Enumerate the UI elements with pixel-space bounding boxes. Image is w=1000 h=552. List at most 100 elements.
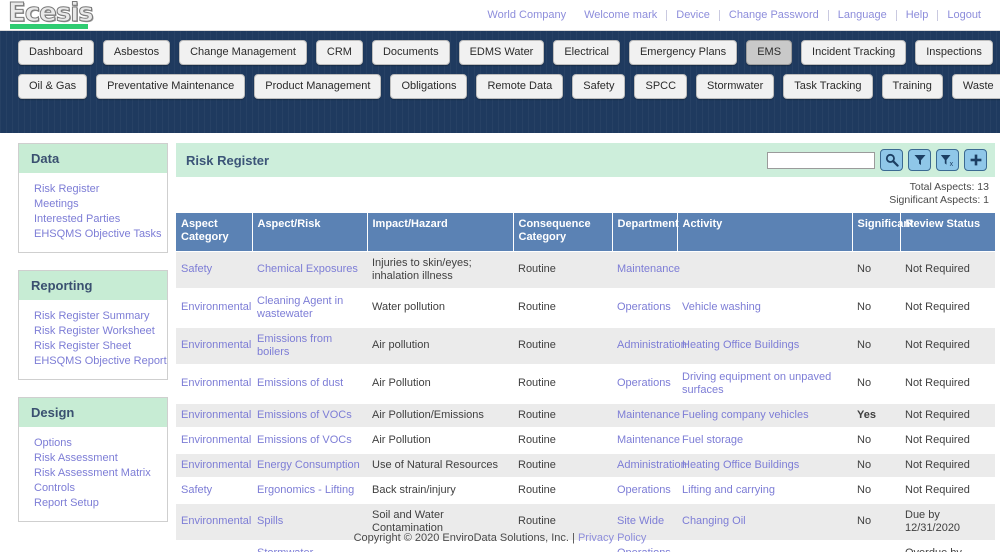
cell-activity[interactable]: Fuel storage bbox=[677, 427, 852, 454]
column-header-activity[interactable]: Activity bbox=[677, 213, 853, 252]
nav-tab-inspections[interactable]: Inspections bbox=[915, 40, 993, 65]
sidebar-item-risk-register[interactable]: Risk Register bbox=[34, 182, 157, 197]
header-link-world-company[interactable]: World Company bbox=[478, 9, 575, 21]
search-input[interactable] bbox=[767, 151, 875, 169]
table-row[interactable]: Environmental Emissions from boilers Air p… bbox=[176, 326, 995, 366]
cell-department-link[interactable]: Maintenance bbox=[617, 434, 680, 446]
cell-activity[interactable] bbox=[677, 251, 852, 290]
cell-aspect-category-link[interactable]: Environmental bbox=[181, 515, 251, 527]
cell-activity-link[interactable]: Changing Oil bbox=[682, 515, 746, 527]
nav-tab-task-tracking[interactable]: Task Tracking bbox=[783, 74, 873, 99]
cell-department[interactable]: Operations bbox=[612, 477, 677, 504]
cell-department-link[interactable]: Operations bbox=[617, 301, 671, 313]
cell-department-link[interactable]: Maintenance bbox=[617, 409, 680, 421]
nav-tab-crm[interactable]: CRM bbox=[315, 40, 363, 65]
nav-tab-remote-data[interactable]: Remote Data bbox=[476, 74, 564, 99]
cell-aspect-category[interactable]: Safety bbox=[176, 477, 252, 504]
nav-tab-preventative-maintenance[interactable]: Preventative Maintenance bbox=[96, 74, 246, 99]
cell-department-link[interactable]: Operations bbox=[617, 547, 671, 552]
table-row[interactable]: Environmental Emissions of VOCs Air Pollut… bbox=[176, 402, 995, 429]
cell-aspect-category[interactable]: Environmental bbox=[176, 326, 252, 366]
sidebar-item-risk-assessment[interactable]: Risk Assessment bbox=[34, 451, 157, 466]
nav-tab-obligations[interactable]: Obligations bbox=[390, 74, 468, 99]
column-header-aspect-category[interactable]: Aspect Category bbox=[176, 213, 253, 252]
nav-tab-product-management[interactable]: Product Management bbox=[254, 74, 382, 99]
table-row[interactable]: Environmental Emissions of VOCs Air Pollut… bbox=[176, 427, 995, 454]
column-header-review-status[interactable]: Review Status bbox=[900, 213, 995, 252]
sidebar-item-risk-register-summary[interactable]: Risk Register Summary bbox=[34, 309, 157, 324]
cell-aspect-risk-link[interactable]: Energy Consumption bbox=[257, 459, 360, 471]
cell-aspect-risk-link[interactable]: Spills bbox=[257, 515, 283, 527]
cell-aspect-risk[interactable]: Cleaning Agent in wastewater bbox=[252, 288, 367, 328]
cell-activity-link[interactable]: Vehicle washing bbox=[682, 301, 761, 313]
cell-department-link[interactable]: Administration bbox=[617, 339, 687, 351]
nav-tab-ems[interactable]: EMS bbox=[746, 40, 793, 65]
cell-department-link[interactable]: Operations bbox=[617, 484, 671, 496]
cell-activity-link[interactable]: Heating Office Buildings bbox=[682, 459, 799, 471]
sidebar-item-ehsqms-objective-report[interactable]: EHSQMS Objective Report bbox=[34, 354, 167, 369]
cell-activity[interactable]: Heating Office Buildings bbox=[677, 326, 852, 366]
cell-aspect-category-link[interactable]: Environmental bbox=[181, 377, 251, 389]
cell-aspect-risk[interactable]: Chemical Exposures bbox=[252, 251, 367, 290]
cell-department[interactable]: Maintenance bbox=[612, 251, 680, 290]
nav-tab-dashboard[interactable]: Dashboard bbox=[18, 40, 94, 65]
cell-activity[interactable]: Heating Office Buildings bbox=[677, 452, 852, 479]
cell-aspect-risk-link[interactable]: Emissions of dust bbox=[257, 377, 343, 389]
nav-tab-emergency-plans[interactable]: Emergency Plans bbox=[628, 40, 738, 65]
sidebar-item-risk-register-worksheet[interactable]: Risk Register Worksheet bbox=[34, 324, 157, 339]
cell-aspect-category[interactable]: Safety bbox=[176, 251, 252, 290]
column-header-consequence-category[interactable]: Consequence Category bbox=[513, 213, 613, 252]
table-row[interactable]: Environmental Energy Consumption Use of Na… bbox=[176, 452, 995, 479]
cell-department[interactable]: Operations bbox=[612, 364, 677, 404]
nav-tab-asbestos[interactable]: Asbestos bbox=[102, 40, 171, 65]
nav-tab-spcc[interactable]: SPCC bbox=[634, 74, 688, 99]
privacy-policy-link[interactable]: Privacy Policy bbox=[578, 532, 646, 544]
nav-tab-incident-tracking[interactable]: Incident Tracking bbox=[801, 40, 907, 65]
cell-department[interactable]: Administration bbox=[612, 326, 687, 366]
cell-aspect-category[interactable]: Environmental bbox=[176, 288, 252, 328]
cell-aspect-category[interactable]: Environmental bbox=[176, 364, 252, 404]
cell-aspect-category-link[interactable]: Environmental bbox=[181, 339, 251, 351]
column-header-impact-hazard[interactable]: Impact/Hazard bbox=[367, 213, 514, 252]
nav-tab-stormwater[interactable]: Stormwater bbox=[696, 74, 775, 99]
table-row[interactable]: Safety Ergonomics - Lifting Back strain/in… bbox=[176, 477, 995, 504]
header-link-change-password[interactable]: Change Password bbox=[720, 9, 828, 21]
cell-aspect-risk-link[interactable]: Stormwater discharges bbox=[257, 547, 313, 552]
table-row[interactable]: Environmental Emissions of dust Air Pollut… bbox=[176, 364, 995, 404]
cell-activity[interactable]: Vehicle washing bbox=[677, 288, 852, 328]
cell-aspect-category-link[interactable]: Environmental bbox=[181, 459, 251, 471]
nav-tab-waste[interactable]: Waste bbox=[951, 74, 1000, 99]
cell-aspect-risk-link[interactable]: Emissions from boilers bbox=[257, 333, 332, 358]
cell-department-link[interactable]: Maintenance bbox=[617, 263, 680, 275]
nav-tab-electrical[interactable]: Electrical bbox=[553, 40, 620, 65]
cell-activity[interactable]: Lifting and carrying bbox=[677, 477, 852, 504]
cell-aspect-risk-link[interactable]: Emissions of VOCs bbox=[257, 434, 352, 446]
cell-aspect-risk[interactable]: Emissions of dust bbox=[252, 364, 367, 404]
cell-activity-link[interactable]: Lifting and carrying bbox=[682, 484, 775, 496]
sidebar-item-controls[interactable]: Controls bbox=[34, 481, 157, 496]
header-link-help[interactable]: Help bbox=[897, 9, 938, 21]
cell-aspect-category-link[interactable]: Environmental bbox=[181, 409, 251, 421]
cell-activity[interactable]: Driving equipment on unpaved surfaces bbox=[677, 364, 852, 404]
cell-department[interactable]: Maintenance bbox=[612, 402, 680, 429]
nav-tab-edms-water[interactable]: EDMS Water bbox=[458, 40, 545, 65]
cell-department-link[interactable]: Site Wide bbox=[617, 515, 664, 527]
cell-aspect-risk-link[interactable]: Ergonomics - Lifting bbox=[257, 484, 354, 496]
table-row[interactable]: Safety Chemical Exposures Injuries to skin… bbox=[176, 251, 995, 290]
cell-aspect-risk[interactable]: Energy Consumption bbox=[252, 452, 367, 479]
cell-aspect-risk-link[interactable]: Emissions of VOCs bbox=[257, 409, 352, 421]
sidebar-item-meetings[interactable]: Meetings bbox=[34, 197, 157, 212]
clear-filter-icon[interactable]: x bbox=[936, 149, 959, 171]
nav-tab-oil-gas[interactable]: Oil & Gas bbox=[18, 74, 88, 99]
cell-aspect-risk-link[interactable]: Chemical Exposures bbox=[257, 263, 358, 275]
cell-activity-link[interactable]: Heating Office Buildings bbox=[682, 339, 799, 351]
header-link-device[interactable]: Device bbox=[667, 9, 719, 21]
column-header-department[interactable]: Department bbox=[612, 213, 679, 252]
add-icon[interactable] bbox=[964, 149, 987, 171]
cell-aspect-category-link[interactable]: Safety bbox=[181, 484, 212, 496]
cell-department-link[interactable]: Administration bbox=[617, 459, 687, 471]
cell-department[interactable]: Administration bbox=[612, 452, 687, 479]
cell-aspect-risk[interactable]: Emissions of VOCs bbox=[252, 402, 367, 429]
column-header-aspect-risk[interactable]: Aspect/Risk bbox=[252, 213, 368, 252]
cell-aspect-category[interactable]: Environmental bbox=[176, 402, 252, 429]
